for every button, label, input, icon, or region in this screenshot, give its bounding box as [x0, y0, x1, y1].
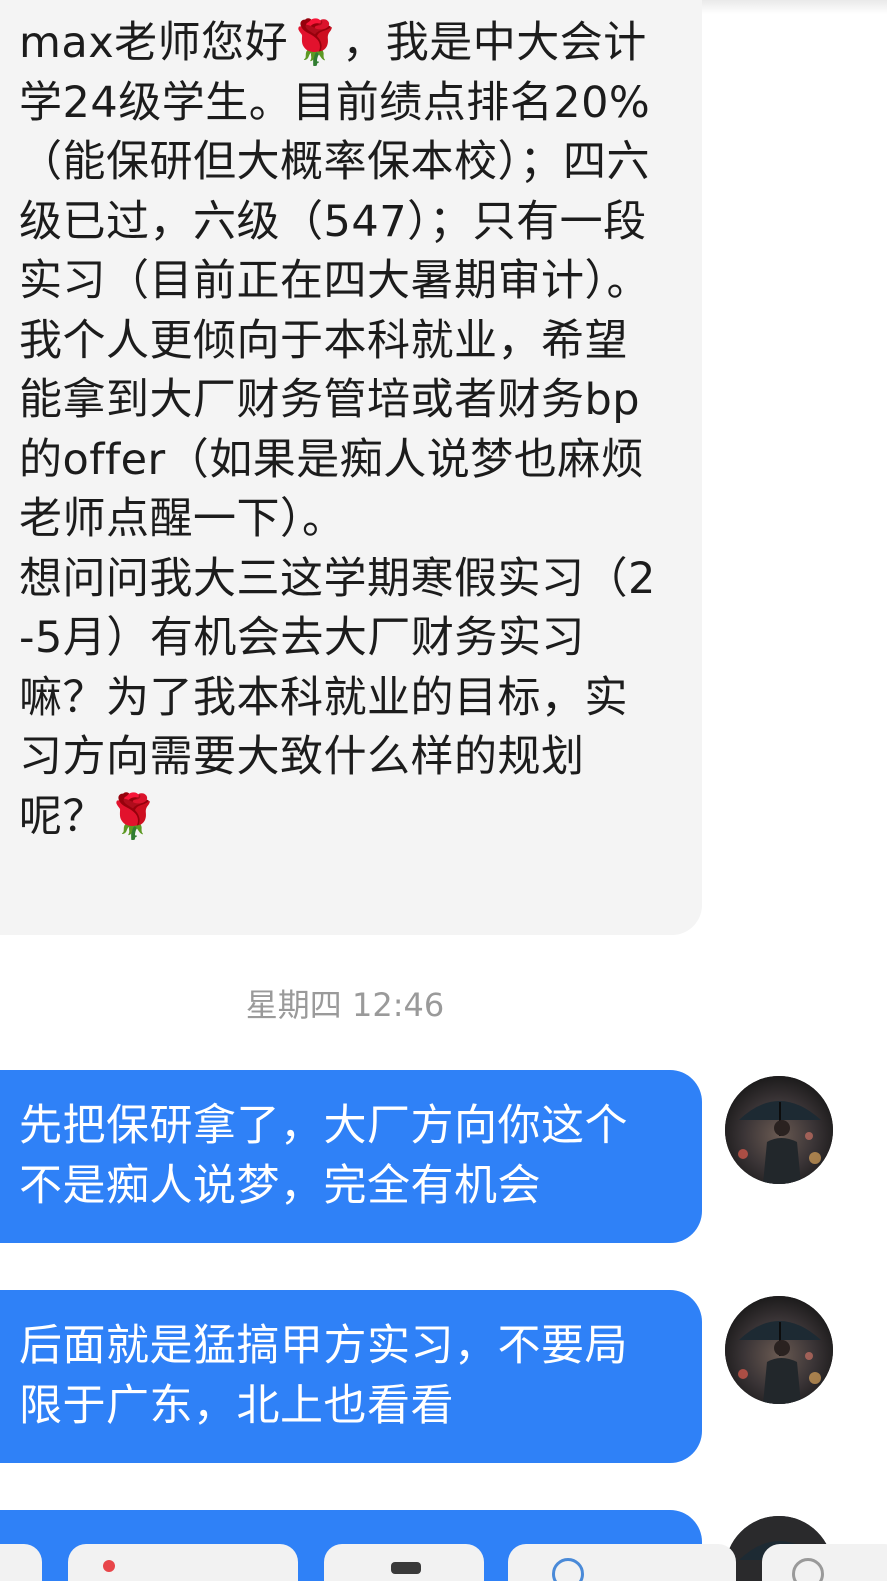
pin-button[interactable] [68, 1544, 298, 1581]
cat-icon [391, 1562, 421, 1574]
umbrella-man-icon [725, 1296, 833, 1404]
message-timestamp: 星期四 12:46 [245, 986, 445, 1024]
sender-avatar[interactable] [725, 1076, 833, 1184]
pin-icon [103, 1560, 115, 1572]
more-button[interactable] [762, 1544, 887, 1581]
incoming-message-bubble[interactable]: max老师您好🌹，我是中大会计学24级学生。目前绩点排名20%（能保研但大概率保… [0, 0, 702, 935]
globe-icon [552, 1558, 584, 1581]
chat-screen: max老师您好🌹，我是中大会计学24级学生。目前绩点排名20%（能保研但大概率保… [0, 0, 887, 1581]
sender-avatar[interactable] [725, 1296, 833, 1404]
outgoing-message-bubble[interactable]: 先把保研拿了，大厂方向你这个不是痴人说梦，完全有机会 [0, 1070, 702, 1243]
globe-button[interactable] [508, 1544, 736, 1581]
outgoing-message-bubble[interactable]: 后面就是猛搞甲方实习，不要局限于广东，北上也看看 [0, 1290, 702, 1463]
top-shadow [700, 0, 887, 14]
more-icon [792, 1558, 824, 1581]
sticker-button[interactable] [324, 1544, 484, 1581]
umbrella-man-icon [725, 1076, 833, 1184]
bottom-toolbar [0, 1544, 887, 1581]
toolbar-button[interactable] [0, 1544, 42, 1581]
